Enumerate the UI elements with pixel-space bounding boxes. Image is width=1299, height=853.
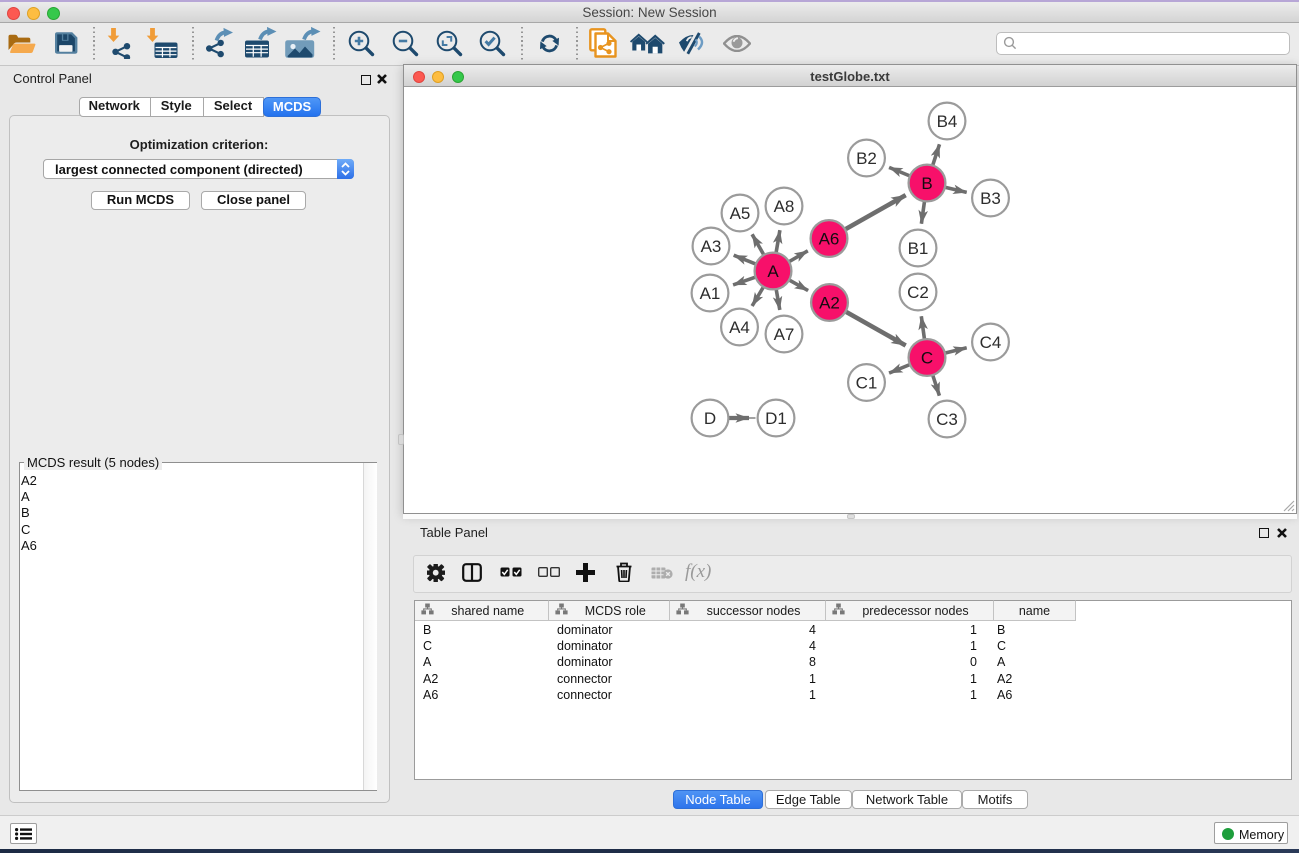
svg-text:A: A (767, 262, 779, 281)
svg-text:A5: A5 (730, 204, 751, 223)
svg-text:B3: B3 (980, 189, 1001, 208)
svg-text:A6: A6 (819, 230, 840, 249)
svg-text:B2: B2 (856, 149, 877, 168)
svg-text:A3: A3 (701, 237, 722, 256)
svg-text:C1: C1 (856, 374, 878, 393)
svg-text:A2: A2 (819, 294, 840, 313)
svg-text:B4: B4 (937, 112, 958, 131)
svg-text:C2: C2 (907, 283, 929, 302)
svg-text:D: D (704, 409, 716, 428)
svg-text:C: C (921, 349, 933, 368)
svg-text:B1: B1 (908, 239, 929, 258)
svg-text:C4: C4 (980, 333, 1002, 352)
svg-text:D1: D1 (765, 409, 787, 428)
svg-text:A7: A7 (774, 325, 795, 344)
svg-text:C3: C3 (936, 410, 958, 429)
svg-text:A4: A4 (729, 318, 750, 337)
svg-text:A8: A8 (774, 197, 795, 216)
svg-text:A1: A1 (700, 284, 721, 303)
svg-text:B: B (921, 174, 932, 193)
